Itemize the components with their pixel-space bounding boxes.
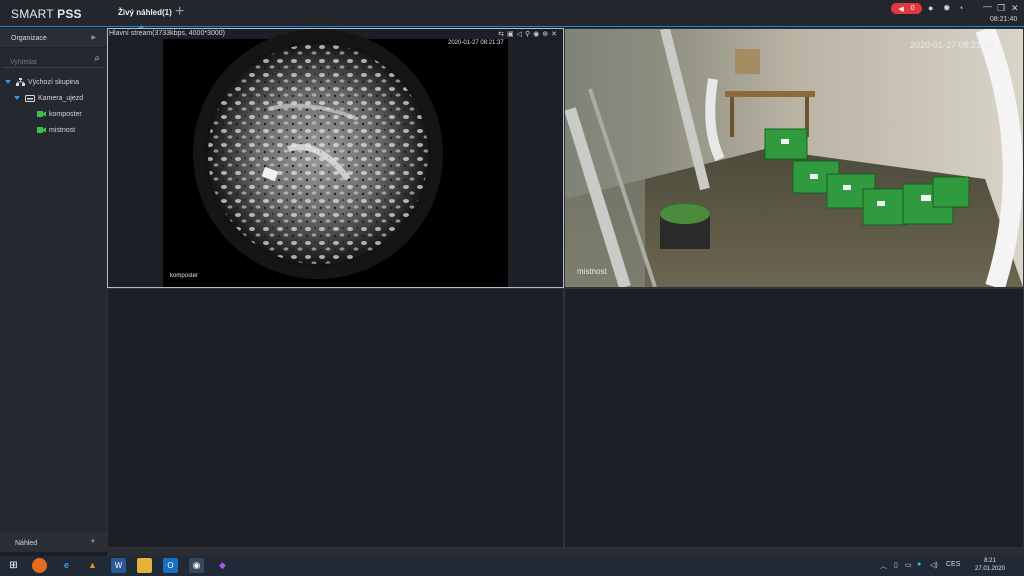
bottom-toolbar bbox=[107, 548, 1024, 556]
app-icon[interactable]: ◆ bbox=[215, 558, 230, 573]
speaker-icon: ◀ bbox=[898, 5, 904, 13]
restore-button[interactable]: ❐ bbox=[997, 3, 1005, 14]
smartpss-taskbar-icon[interactable]: ◉ bbox=[189, 558, 204, 573]
title-bar: SMART PSS Živý náhled(1) + ◀ 0 ● ✹ ◔ — ❐… bbox=[0, 0, 1024, 28]
pane-toolbar: ⇆▣◁⚲◉⊕✕ bbox=[498, 30, 560, 38]
tree-item-label: komposter bbox=[49, 110, 82, 118]
chevron-right-icon: ▶ bbox=[91, 35, 96, 41]
vlc-icon[interactable]: ▲ bbox=[85, 558, 100, 573]
clock: 08:21:40 bbox=[990, 16, 1018, 23]
search-icon[interactable]: ⌕ bbox=[94, 53, 100, 64]
app-logo: SMART PSS bbox=[11, 7, 82, 21]
search-box: ⌕ bbox=[3, 51, 104, 70]
organization-header[interactable]: Organizace ▶ bbox=[0, 28, 107, 48]
tab-live-view-label: Živý náhled(1) bbox=[118, 8, 172, 17]
tree-item-label: Kamera_ujezd bbox=[38, 94, 84, 102]
logo-bold-text: PSS bbox=[57, 7, 82, 21]
close-button[interactable]: ✕ bbox=[1011, 3, 1019, 14]
organization-header-label: Organizace bbox=[11, 35, 47, 42]
usb-icon[interactable]: ▯ bbox=[894, 561, 898, 569]
tree-item-komposter[interactable]: komposter bbox=[0, 106, 107, 122]
expand-caret-icon[interactable] bbox=[5, 80, 11, 84]
audio-icon[interactable]: ◁ bbox=[517, 31, 525, 38]
tree-item-label: Výchozí skupina bbox=[28, 78, 79, 86]
volume-icon[interactable]: ◁) bbox=[930, 561, 938, 569]
video-timestamp: 2020-01-27 08:21:37 bbox=[448, 40, 504, 46]
user-icon[interactable]: ● bbox=[928, 3, 933, 13]
taskbar-time: 8:21 bbox=[984, 558, 996, 564]
firefox-icon[interactable] bbox=[32, 558, 47, 573]
video-pane-1[interactable]: Hlavní stream(3733kbps, 4000*3000) ⇆▣◁⚲◉… bbox=[107, 28, 564, 288]
performance-icon[interactable]: ◔ bbox=[958, 3, 963, 13]
network-icon[interactable]: ▭ bbox=[905, 561, 912, 569]
fisheye-video-feed bbox=[108, 29, 563, 287]
channel-name: komposter bbox=[170, 273, 199, 279]
record-icon[interactable]: ◉ bbox=[533, 31, 542, 38]
video-grid: Hlavní stream(3733kbps, 4000*3000) ⇆▣◁⚲◉… bbox=[107, 28, 1024, 548]
snapshot-icon[interactable]: ▣ bbox=[507, 31, 517, 38]
taskbar-date: 27.01.2020 bbox=[974, 566, 1006, 572]
camera-online-icon bbox=[37, 111, 46, 117]
close-pane-icon[interactable]: ✕ bbox=[551, 31, 560, 38]
windows-start-icon[interactable]: ⊞ bbox=[6, 558, 21, 573]
video-pane-3[interactable] bbox=[107, 288, 564, 548]
tree-item-default-group[interactable]: Výchozí skupina bbox=[0, 74, 107, 90]
camera-online-icon bbox=[37, 127, 46, 133]
tab-live-view[interactable]: Živý náhled(1) bbox=[112, 0, 174, 28]
zoom-icon[interactable]: ⊕ bbox=[542, 31, 551, 38]
video-timestamp: 2020-01-27 08:21:40 bbox=[910, 40, 994, 50]
video-pane-2[interactable]: 2020-01-27 08:21:40 mistnost bbox=[564, 28, 1024, 288]
tray-chevron-icon[interactable]: ︿ bbox=[880, 561, 887, 571]
stream-info: Hlavní stream(3733kbps, 4000*3000) bbox=[109, 30, 225, 37]
group-icon bbox=[16, 78, 25, 86]
search-input[interactable] bbox=[3, 55, 91, 70]
chevron-down-icon: ▼ bbox=[90, 539, 96, 545]
tree-item-mistnost[interactable]: mistnost bbox=[0, 122, 107, 138]
tree-item-label: mistnost bbox=[49, 126, 76, 134]
smartpss-window: SMART PSS Živý náhled(1) + ◀ 0 ● ✹ ◔ — ❐… bbox=[0, 0, 1024, 556]
language-indicator[interactable]: CES bbox=[946, 561, 960, 568]
talk-icon[interactable]: ⚲ bbox=[525, 31, 533, 38]
logo-text: SMART bbox=[11, 7, 58, 21]
preview-panel-header[interactable]: Náhled ▼ bbox=[0, 532, 107, 552]
app-tray-icon[interactable]: ● bbox=[917, 561, 921, 568]
device-tree: Výchozí skupina Kamera_ujezd komposter m… bbox=[0, 74, 107, 138]
room-video-feed bbox=[565, 29, 1023, 287]
tour-icon[interactable]: ⇆ bbox=[498, 31, 507, 38]
alarm-badge[interactable]: ◀ 0 bbox=[891, 3, 922, 14]
video-pane-4[interactable] bbox=[564, 288, 1024, 548]
minimize-button[interactable]: — bbox=[983, 1, 992, 11]
windows-taskbar: ⊞ e ▲ W O ◉ ◆ ︿ ▯ ▭ ● ◁) CES 8:21 27.01.… bbox=[0, 556, 1024, 576]
channel-name: mistnost bbox=[577, 267, 607, 276]
gear-icon[interactable]: ✹ bbox=[943, 3, 951, 14]
add-tab-button[interactable]: + bbox=[175, 4, 184, 20]
edge-icon[interactable]: e bbox=[59, 558, 74, 573]
outlook-icon[interactable]: O bbox=[163, 558, 178, 573]
tree-item-kamera-ujezd[interactable]: Kamera_ujezd bbox=[0, 90, 107, 106]
word-icon[interactable]: W bbox=[111, 558, 126, 573]
taskbar-clock[interactable]: 8:21 27.01.2020 bbox=[966, 557, 1014, 573]
preview-panel-label: Náhled bbox=[15, 540, 38, 547]
file-explorer-icon[interactable] bbox=[137, 558, 152, 573]
nvr-device-icon bbox=[25, 94, 35, 102]
expand-caret-icon[interactable] bbox=[14, 96, 20, 100]
alarm-count: 0 bbox=[910, 5, 915, 12]
sidebar: Organizace ▶ ⌕ Výchozí skupina bbox=[0, 28, 107, 552]
